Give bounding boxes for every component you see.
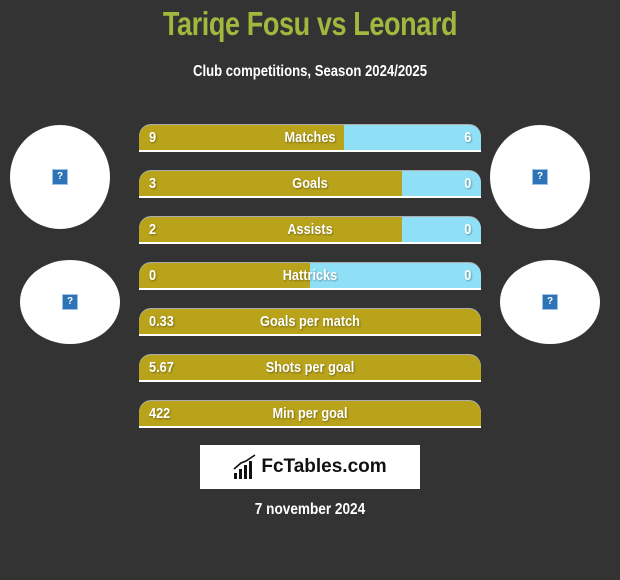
fctables-logo[interactable]: FcTables.com	[200, 445, 420, 489]
logo-text: FcTables.com	[261, 456, 387, 477]
left-value: 9	[149, 129, 157, 146]
stat-label: Assists	[287, 221, 333, 238]
right-value: 6	[463, 129, 471, 146]
stat-label: Matches	[284, 129, 336, 146]
bar-chart-icon	[233, 454, 256, 479]
right-player-avatar: ?	[490, 125, 590, 229]
date-label: 7 november 2024	[254, 501, 366, 518]
stat-row: 2 Assists 0	[139, 217, 481, 244]
stat-row: 3 Goals 0	[139, 171, 481, 198]
right-club-logo: ?	[500, 260, 600, 344]
broken-image-icon: ?	[542, 294, 558, 310]
stat-label: Goals	[292, 175, 328, 192]
stat-row: 5.67 Shots per goal	[139, 355, 481, 382]
right-value: 0	[463, 175, 471, 192]
stat-label: Goals per match	[260, 313, 360, 330]
stat-label: Shots per goal	[265, 359, 355, 376]
right-value: 0	[463, 267, 471, 284]
stat-label: Hattricks	[282, 267, 338, 284]
left-value: 0	[149, 267, 157, 284]
page-subtitle: Club competitions, Season 2024/2025	[192, 63, 428, 80]
stat-label: Min per goal	[272, 405, 348, 422]
broken-image-icon: ?	[532, 169, 548, 185]
left-player-avatar: ?	[10, 125, 110, 229]
left-club-logo: ?	[20, 260, 120, 344]
left-value: 2	[149, 221, 157, 238]
left-value: 3	[149, 175, 157, 192]
stat-row: 422 Min per goal	[139, 401, 481, 428]
stat-row: 0.33 Goals per match	[139, 309, 481, 336]
page-title: Tariqe Fosu vs Leonard	[162, 5, 458, 42]
broken-image-icon: ?	[62, 294, 78, 310]
broken-image-icon: ?	[52, 169, 68, 185]
stat-row: 0 Hattricks 0	[139, 263, 481, 290]
stat-row: 9 Matches 6	[139, 125, 481, 152]
right-value: 0	[463, 221, 471, 238]
